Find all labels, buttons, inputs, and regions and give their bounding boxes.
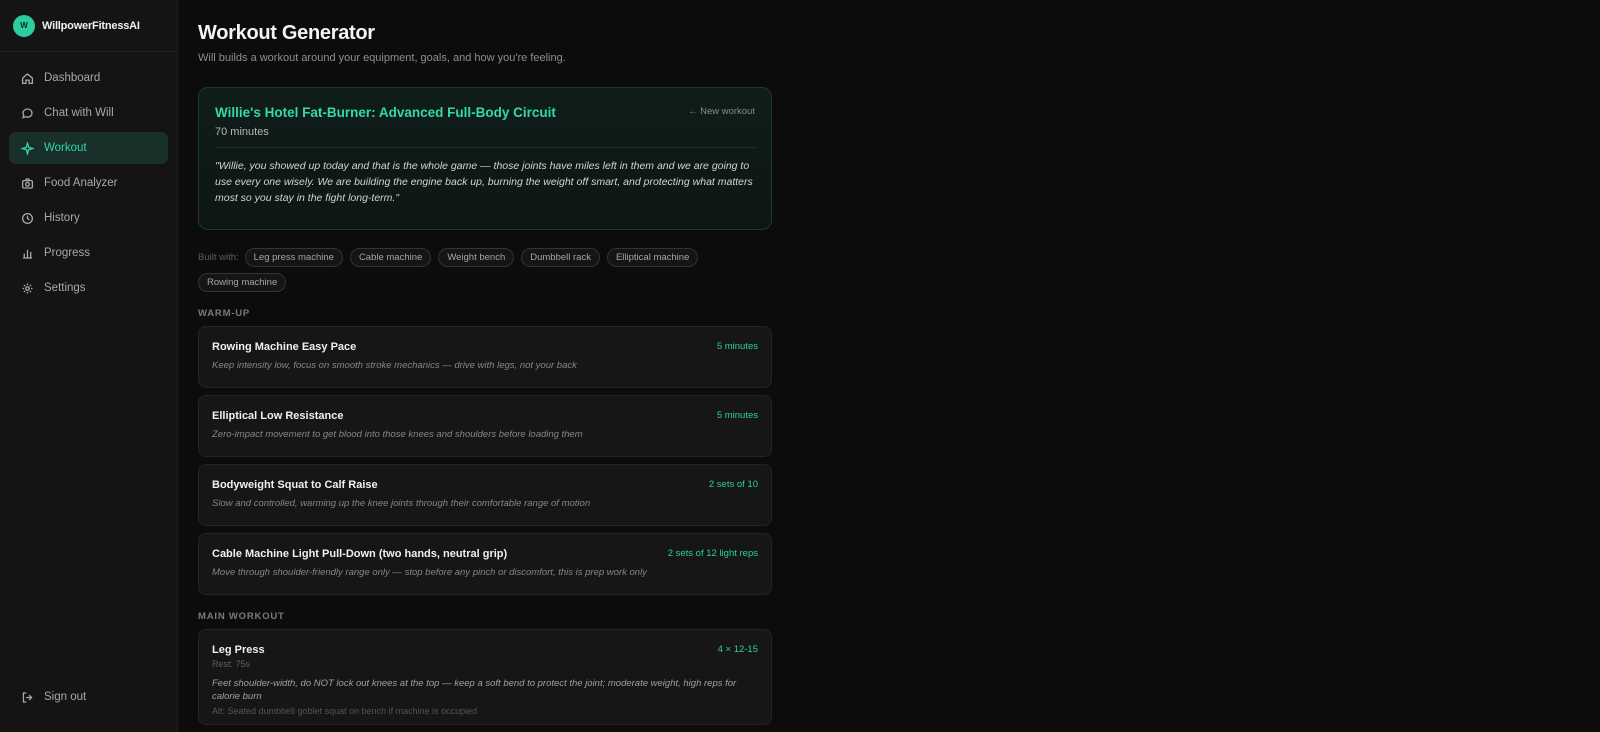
equipment-chip: Weight bench [438,248,515,267]
exercise-name: Rowing Machine Easy Pace [212,341,357,353]
coach-quote: "Willie, you showed up today and that is… [215,160,753,204]
exercise-card: Cable Machine Light Pull-Down (two hands… [198,533,772,595]
exercise-card: Bodyweight Squat to Calf Raise Slow and … [198,464,772,526]
exercise-prescription: 2 sets of 12 light reps [667,548,758,559]
equipment-label: Built with: [198,252,239,263]
exercise-prescription: 4 × 12-15 [717,644,758,655]
sidebar-item-label: History [44,212,80,224]
workout-duration: 70 minutes [215,126,269,138]
home-icon [20,71,34,85]
exercise-card: Leg Press Rest: 75s Feet shoulder-width,… [198,629,772,725]
exercise-description: Feet shoulder-width, do NOT lock out kne… [212,678,737,702]
divider [215,147,755,148]
exercise-card: Rowing Machine Easy Pace Keep intensity … [198,326,772,388]
main-workout-section-label: MAIN WORKOUT [198,611,285,622]
exercise-alternative: Alt: Seated dumbbell goblet squat on ben… [212,706,478,716]
equipment-chip: Elliptical machine [606,248,699,267]
camera-icon [20,176,34,190]
exercise-name: Bodyweight Squat to Calf Raise [212,479,378,491]
new-workout-button[interactable]: ← New workout [688,106,755,117]
exercise-rest: Rest: 75s [212,659,251,669]
sidebar-item-label: Dashboard [44,72,101,84]
sidebar-item-label: Progress [44,247,91,259]
exercise-description: Zero-impact movement to get blood into t… [212,429,583,440]
exercise-description: Slow and controlled, warming up the knee… [212,498,591,509]
sign-out-label: Sign out [44,691,87,703]
main-content: Workout Generator Will builds a workout … [198,0,772,725]
equipment-chip: Dumbbell rack [521,248,600,267]
exercise-card: Elliptical Low Resistance Zero-impact mo… [198,395,772,457]
equipment-chip: Rowing machine [198,273,287,292]
sign-out-icon [20,690,34,704]
sidebar-item-label: Food Analyzer [44,177,118,189]
sidebar-item-workout[interactable]: Workout [9,132,168,164]
sparkle-icon [20,141,34,155]
sidebar-nav: Dashboard Chat with Will Workout Food An… [0,52,177,304]
sidebar: W WillpowerFitnessAI Dashboard Chat with… [0,0,178,732]
sidebar-item-dashboard[interactable]: Dashboard [9,62,168,94]
sidebar-item-food-analyzer[interactable]: Food Analyzer [9,167,168,199]
sidebar-item-history[interactable]: History [9,202,168,234]
exercise-prescription: 2 sets of 10 [708,479,758,490]
equipment-chip: Cable machine [349,248,432,267]
workout-title: Willie's Hotel Fat-Burner: Advanced Full… [215,105,556,120]
chat-icon [20,106,34,120]
clock-icon [20,211,34,225]
bar-chart-icon [20,246,34,260]
workout-summary-card: Willie's Hotel Fat-Burner: Advanced Full… [198,87,772,230]
sidebar-item-chat[interactable]: Chat with Will [9,97,168,129]
exercise-description: Keep intensity low, focus on smooth stro… [212,360,577,371]
page-subtitle: Will builds a workout around your equipm… [198,52,566,64]
brand-name: WillpowerFitnessAI [42,19,140,32]
sidebar-item-label: Settings [44,282,86,294]
exercise-prescription: 5 minutes [716,341,758,352]
brand-logo-icon: W [13,14,35,37]
equipment-chip: Leg press machine [244,248,343,267]
exercise-name: Elliptical Low Resistance [212,410,344,422]
warmup-section-label: WARM-UP [198,308,251,319]
sidebar-item-label: Workout [44,142,87,154]
brand[interactable]: W WillpowerFitnessAI [0,0,177,52]
page-title: Workout Generator [198,22,375,44]
sign-out-button[interactable]: Sign out [9,682,169,712]
gear-icon [20,281,34,295]
exercise-prescription: 5 minutes [716,410,758,421]
sidebar-item-label: Chat with Will [44,107,114,119]
sidebar-item-progress[interactable]: Progress [9,237,168,269]
exercise-name: Leg Press [212,644,265,656]
exercise-description: Move through shoulder-friendly range onl… [212,567,647,578]
sidebar-item-settings[interactable]: Settings [9,272,168,304]
equipment-list: Built with: Leg press machine Cable mach… [198,248,772,298]
